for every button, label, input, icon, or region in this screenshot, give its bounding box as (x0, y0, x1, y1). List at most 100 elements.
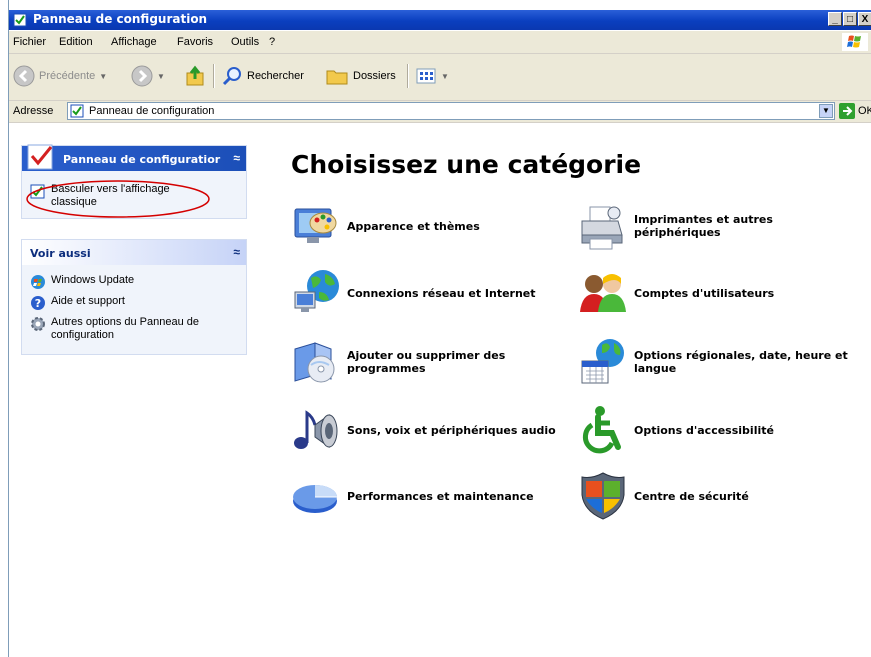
add-remove-programs-icon (294, 342, 335, 383)
folder-icon (326, 70, 348, 85)
control-panel-icon (13, 13, 27, 27)
menu-bar: Fichier Edition Affichage Favoris Outils… (9, 31, 871, 54)
category-label: Connexions réseau et Internet (347, 286, 536, 300)
windows-update-link[interactable]: Windows Update (30, 274, 134, 290)
up-button[interactable] (185, 64, 207, 88)
back-label: Précédente (39, 70, 96, 82)
other-options-line-1: Autres options du Panneau de (51, 316, 200, 328)
accessibility-icon (582, 406, 621, 454)
other-options-line-2: configuration (51, 329, 114, 341)
control-panel-icon (27, 144, 53, 170)
menu-edition[interactable]: Edition (59, 36, 93, 48)
category-sounds[interactable]: Sons, voix et périphériques audio (289, 403, 556, 457)
user-accounts-icon (580, 274, 626, 312)
close-button[interactable]: X (858, 12, 871, 26)
maximize-button[interactable]: □ (843, 12, 857, 26)
folders-button[interactable]: Dossiers (325, 64, 396, 88)
help-support-label: Aide et support (51, 295, 125, 307)
category-label-line-2: périphériques (634, 226, 721, 239)
category-network[interactable]: Connexions réseau et Internet (289, 266, 536, 320)
go-label: OK (858, 105, 871, 117)
category-label: Performances et maintenance (347, 489, 534, 503)
category-accessibility[interactable]: Options d'accessibilité (576, 403, 774, 457)
forward-button[interactable]: ▼ (131, 64, 165, 88)
category-label: Imprimantes et autres périphériques (634, 213, 773, 239)
back-dropdown-icon[interactable]: ▼ (99, 72, 107, 81)
control-panel-box-title: Panneau de configuratior (63, 153, 221, 166)
search-label: Rechercher (247, 70, 304, 82)
category-label-line-1: Options régionales, date, heure et (634, 349, 848, 362)
title-bar: Panneau de configuration _ □ X (9, 10, 871, 30)
category-label: Sons, voix et périphériques audio (347, 423, 556, 437)
network-icon (294, 270, 339, 312)
go-button[interactable]: OK (839, 103, 871, 119)
views-icon (416, 68, 436, 84)
category-label: Apparence et thèmes (347, 219, 480, 233)
views-dropdown-icon[interactable]: ▼ (441, 72, 449, 81)
category-label: Options d'accessibilité (634, 423, 774, 437)
svg-text:?: ? (35, 297, 41, 310)
category-regional-options[interactable]: Options régionales, date, heure et langu… (576, 335, 848, 389)
category-add-remove-programs[interactable]: Ajouter ou supprimer des programmes (289, 335, 505, 389)
address-dropdown-icon[interactable]: ▼ (819, 104, 833, 118)
window-title: Panneau de configuration (33, 12, 208, 26)
toolbar: Précédente ▼ ▼ Rechercher Dossiers ▼ (9, 54, 871, 101)
search-button[interactable]: Rechercher (221, 64, 304, 88)
collapse-icon[interactable]: ≈ (233, 245, 240, 259)
category-label-line-1: Ajouter ou supprimer des (347, 349, 506, 362)
address-label: Adresse (13, 105, 54, 117)
category-appearance-themes[interactable]: Apparence et thèmes (289, 199, 480, 253)
category-label-line-2: programmes (347, 362, 426, 375)
menu-help[interactable]: ? (269, 36, 275, 48)
category-label: Comptes d'utilisateurs (634, 286, 775, 300)
menu-affichage[interactable]: Affichage (111, 36, 157, 48)
other-options-label: Autres options du Panneau de configurati… (51, 316, 199, 342)
category-security-center[interactable]: Centre de sécurité (576, 469, 749, 523)
windows-logo-icon (842, 33, 868, 51)
see-also-box: Voir aussi ≈ Windows Update ? Aide et su… (21, 239, 247, 355)
menu-favoris[interactable]: Favoris (177, 36, 213, 48)
menu-fichier[interactable]: Fichier (13, 36, 46, 48)
task-pane: Panneau de configuratior ≈ Basculer vers… (9, 123, 260, 657)
security-center-icon (581, 472, 625, 520)
back-arrow-icon (13, 65, 35, 87)
other-options-link[interactable]: Autres options du Panneau de configurati… (30, 316, 199, 342)
folder-up-icon (186, 65, 204, 86)
category-label-line-1: Imprimantes et autres (634, 213, 773, 226)
category-label: Options régionales, date, heure et langu… (634, 349, 848, 375)
collapse-icon[interactable]: ≈ (233, 151, 240, 165)
printer-icon (581, 206, 623, 250)
appearance-themes-icon (294, 208, 337, 243)
main-content: Choisissez une catégorie Apparence et th… (284, 123, 871, 657)
folders-label: Dossiers (353, 70, 396, 82)
category-label: Ajouter ou supprimer des programmes (347, 349, 505, 375)
gear-icon (31, 317, 45, 331)
sounds-icon (294, 410, 338, 449)
address-bar: Adresse Panneau de configuration ▼ OK (9, 101, 871, 123)
control-panel-box: Panneau de configuratior ≈ Basculer vers… (21, 144, 247, 219)
help-icon: ? (31, 296, 45, 310)
menu-outils[interactable]: Outils (231, 36, 259, 48)
windows-update-label: Windows Update (51, 274, 135, 286)
category-printers[interactable]: Imprimantes et autres périphériques (576, 199, 773, 253)
regional-options-icon (581, 339, 624, 384)
page-title: Choisissez une catégorie (291, 150, 642, 179)
go-arrow-icon (839, 103, 855, 119)
views-button[interactable]: ▼ (415, 64, 449, 88)
control-panel-box-header[interactable]: Panneau de configuratior ≈ (22, 144, 246, 171)
help-support-link[interactable]: ? Aide et support (30, 295, 125, 311)
explorer-window: Panneau de configuration _ □ X Fichier E… (8, 0, 871, 657)
address-value: Panneau de configuration (89, 105, 215, 117)
category-performance[interactable]: Performances et maintenance (289, 469, 534, 523)
forward-dropdown-icon[interactable]: ▼ (157, 72, 165, 81)
category-label-line-2: langue (634, 362, 677, 375)
back-button[interactable]: Précédente ▼ (13, 64, 107, 88)
see-also-box-header[interactable]: Voir aussi ≈ (22, 240, 246, 265)
minimize-button[interactable]: _ (828, 12, 842, 26)
control-panel-icon (70, 104, 84, 118)
address-input[interactable]: Panneau de configuration ▼ (67, 102, 835, 120)
search-icon (222, 67, 241, 86)
category-user-accounts[interactable]: Comptes d'utilisateurs (576, 266, 774, 320)
windows-update-icon (31, 275, 45, 289)
forward-arrow-icon (131, 65, 153, 87)
